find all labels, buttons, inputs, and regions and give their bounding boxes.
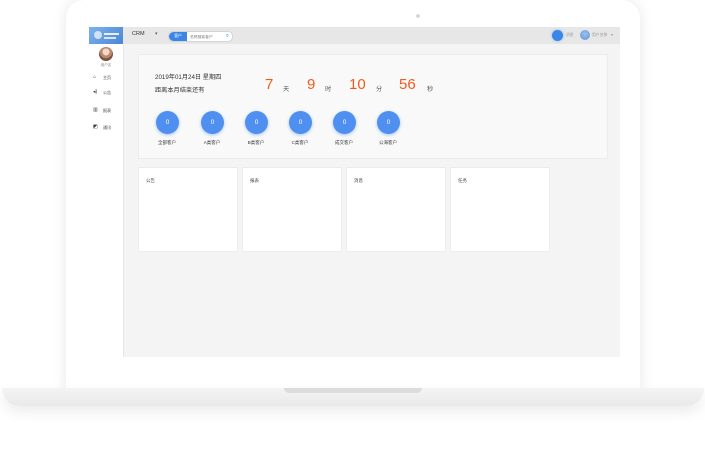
panel-title: 任务: [458, 178, 467, 183]
panel-tasks[interactable]: 任务: [450, 167, 550, 252]
sidebar-item-label: 公告: [103, 90, 111, 95]
sidebar-user-name: 用户名: [100, 63, 112, 67]
chevron-down-icon[interactable]: ▾: [155, 31, 158, 37]
sidebar-item-announcement[interactable]: ◂) 公告: [92, 88, 122, 97]
countdown-hours-unit: 时: [325, 86, 332, 93]
summary-card: 2019年01月24日 星期四 距离本月结束还有 7 天 9 时 10 分 56…: [138, 54, 608, 159]
stat-label: B类客户: [247, 140, 265, 145]
stat-deal-customers[interactable]: 0: [333, 111, 356, 134]
announcement-icon: ◂): [93, 89, 98, 95]
user-avatar[interactable]: [580, 30, 590, 40]
sidebar-item-label: 通讯: [103, 125, 111, 130]
sidebar-item-label: 主页: [103, 75, 111, 80]
user-name[interactable]: 用户名称: [592, 33, 607, 38]
avatar[interactable]: [99, 47, 113, 61]
camera-dot: [416, 14, 420, 18]
home-icon: ⌂: [93, 74, 97, 80]
sidebar-item-label: 报表: [103, 108, 111, 113]
stat-label: A类客户: [203, 140, 221, 145]
current-date: 2019年01月24日 星期四: [155, 74, 222, 81]
search-box: 客户 ⌕: [168, 31, 233, 42]
app-screen: CRM ▾ 客户 ⌕ 消息 用户名称 ▾ 用户名 ⌂ 主页 ◂) 公告 ▥ 报表…: [89, 27, 620, 357]
search-input[interactable]: [190, 33, 222, 40]
countdown-days: 7: [265, 76, 274, 93]
app-switcher-label[interactable]: CRM: [132, 31, 145, 37]
panel-reports[interactable]: 报表: [242, 167, 342, 252]
stat-c-customers[interactable]: 0: [289, 111, 312, 134]
panel-title: 消息: [354, 178, 363, 183]
logo-mark: [94, 31, 102, 39]
sidebar-item-home[interactable]: ⌂ 主页: [92, 73, 122, 82]
contact-icon: ◩: [93, 124, 98, 130]
chevron-down-icon[interactable]: ▾: [611, 32, 613, 37]
countdown-minutes-unit: 分: [376, 86, 383, 93]
remaining-label: 距离本月结束还有: [155, 87, 205, 94]
stat-label: 公海客户: [379, 140, 397, 145]
panel-messages[interactable]: 消息: [346, 167, 446, 252]
sidebar-item-contact[interactable]: ◩ 通讯: [92, 123, 122, 132]
laptop-notch: [284, 388, 422, 393]
report-icon: ▥: [93, 107, 98, 113]
search-icon[interactable]: ⌕: [226, 33, 229, 40]
sidebar-item-report[interactable]: ▥ 报表: [92, 106, 122, 115]
message-icon[interactable]: [552, 30, 563, 41]
message-label[interactable]: 消息: [566, 33, 574, 38]
logo-text-line: [104, 37, 116, 39]
stat-a-customers[interactable]: 0: [201, 111, 224, 134]
panel-title: 公告: [146, 178, 155, 183]
stat-public-customers[interactable]: 0: [377, 111, 400, 134]
logo-text-line: [104, 33, 119, 35]
countdown-seconds: 56: [399, 76, 416, 93]
app-logo[interactable]: [89, 27, 123, 44]
sidebar: 用户名 ⌂ 主页 ◂) 公告 ▥ 报表 ◩ 通讯: [89, 44, 124, 357]
stat-label: C类客户: [291, 140, 309, 145]
countdown-minutes: 10: [349, 76, 366, 93]
top-bar: CRM ▾ 客户 ⌕ 消息 用户名称 ▾: [89, 27, 620, 44]
countdown-seconds-unit: 秒: [427, 86, 434, 93]
stat-label: 成交客户: [335, 140, 353, 145]
stat-label: 全部客户: [158, 140, 176, 145]
countdown-days-unit: 天: [283, 86, 290, 93]
search-category-dropdown[interactable]: 客户: [169, 32, 187, 41]
stat-b-customers[interactable]: 0: [245, 111, 268, 134]
stat-all-customers[interactable]: 0: [156, 111, 179, 134]
panel-announcements[interactable]: 公告: [138, 167, 238, 252]
panel-title: 报表: [250, 178, 259, 183]
countdown-hours: 9: [307, 76, 316, 93]
